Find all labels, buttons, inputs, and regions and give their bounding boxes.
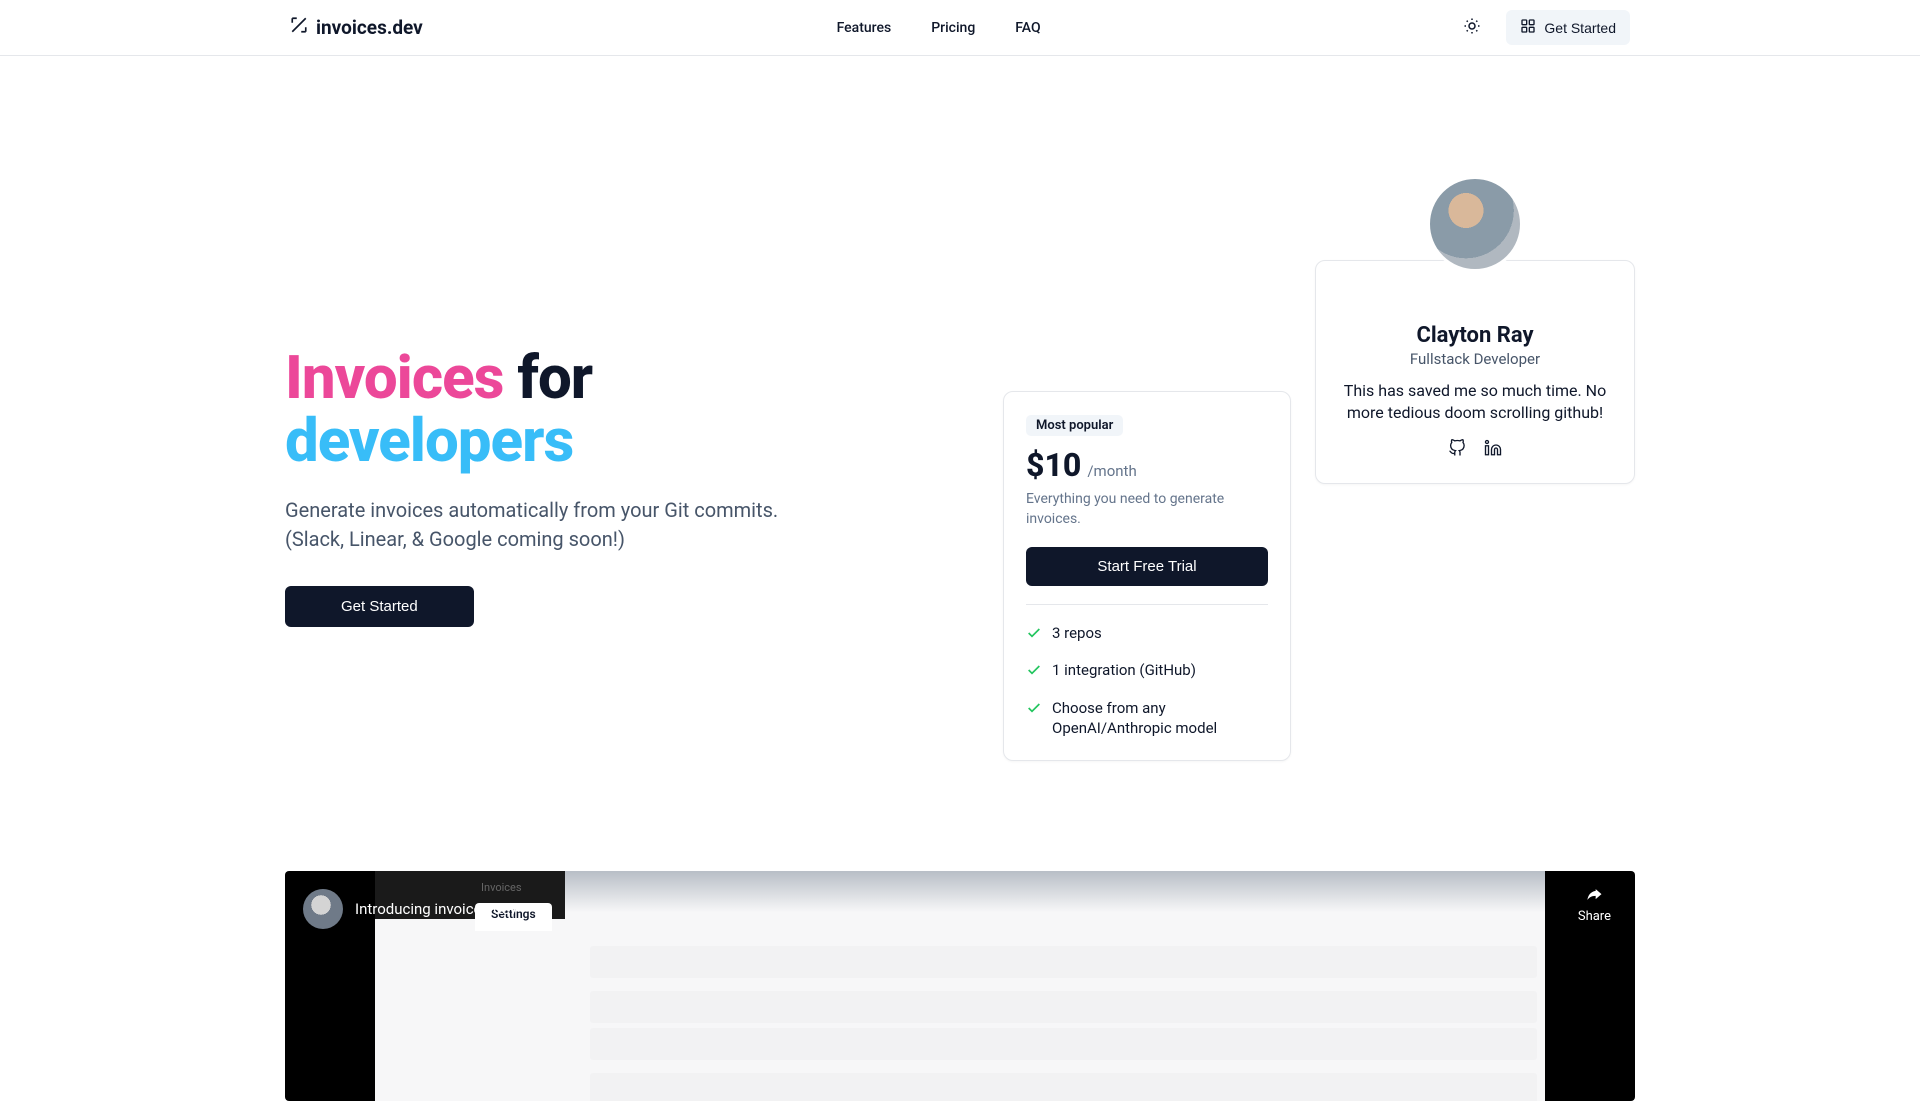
intro-video[interactable]: Invoices Settings Introducing invoices.d… (285, 871, 1635, 1101)
hero-title-word-3: developers (285, 405, 573, 476)
hero-cards: Most popular $10 /month Everything you n… (1003, 226, 1635, 761)
testimonial-card: Clayton Ray Fullstack Developer This has… (1315, 260, 1635, 484)
video-ui-placeholder-row (590, 1073, 1537, 1101)
feature-item: 1 integration (GitHub) (1026, 660, 1268, 683)
testimonial-social (1338, 439, 1612, 461)
check-icon (1026, 625, 1042, 646)
testimonial-role: Fullstack Developer (1338, 350, 1612, 368)
hero-title-word-2: for (517, 342, 592, 413)
dashboard-icon (1520, 18, 1536, 37)
video-channel-avatar[interactable] (303, 889, 343, 929)
video-title-overlay: Introducing invoices.dev (303, 889, 517, 929)
share-icon (1581, 885, 1607, 909)
sun-icon (1463, 17, 1481, 39)
pricing-description: Everything you need to generate invoices… (1026, 490, 1268, 529)
video-ui-placeholder-row (590, 991, 1537, 1023)
top-nav: Features Pricing FAQ (837, 20, 1041, 36)
pricing-amount: $10 (1026, 446, 1081, 484)
hero-subtitle: Generate invoices automatically from you… (285, 496, 963, 554)
feature-item: 3 repos (1026, 623, 1268, 646)
header-actions: Get Started (1454, 10, 1630, 46)
github-icon[interactable] (1448, 439, 1466, 461)
header-cta-label: Get Started (1544, 20, 1616, 36)
testimonial-avatar (1427, 176, 1523, 272)
testimonial: Clayton Ray Fullstack Developer This has… (1315, 226, 1635, 484)
brand-logo-icon (290, 16, 308, 39)
hero-copy: Invoices for developers Generate invoice… (285, 226, 963, 761)
feature-item: Choose from any OpenAI/Anthropic model (1026, 698, 1268, 739)
hero-section: Invoices for developers Generate invoice… (285, 56, 1635, 761)
start-free-trial-button[interactable]: Start Free Trial (1026, 547, 1268, 586)
video-ui-placeholder-row (590, 946, 1537, 978)
check-icon (1026, 700, 1042, 739)
header-get-started-button[interactable]: Get Started (1506, 10, 1630, 45)
video-content-preview: Invoices Settings (375, 871, 1545, 1101)
testimonial-name: Clayton Ray (1338, 323, 1612, 348)
theme-toggle-button[interactable] (1454, 10, 1490, 46)
video-share-button[interactable]: Share (1578, 885, 1611, 924)
hero-title-word-1: Invoices (285, 342, 503, 413)
nav-pricing[interactable]: Pricing (931, 20, 975, 36)
site-header: invoices.dev Features Pricing FAQ Get St… (0, 0, 1920, 56)
pricing-badge: Most popular (1026, 415, 1123, 436)
price-row: $10 /month (1026, 446, 1268, 484)
pricing-features: 3 repos 1 integration (GitHub) Choose fr… (1026, 604, 1268, 738)
testimonial-quote: This has saved me so much time. No more … (1338, 380, 1612, 425)
brand-name: invoices.dev (316, 16, 423, 39)
nav-faq[interactable]: FAQ (1015, 20, 1040, 36)
hero-get-started-button[interactable]: Get Started (285, 586, 474, 627)
video-ui-placeholder-row (590, 1028, 1537, 1060)
check-icon (1026, 662, 1042, 683)
pricing-card: Most popular $10 /month Everything you n… (1003, 391, 1291, 761)
pricing-period: /month (1087, 462, 1136, 480)
brand[interactable]: invoices.dev (290, 16, 423, 39)
video-share-label: Share (1578, 909, 1611, 924)
linkedin-icon[interactable] (1484, 439, 1502, 461)
hero-title: Invoices for developers (285, 346, 963, 472)
nav-features[interactable]: Features (837, 20, 892, 36)
video-title: Introducing invoices.dev (355, 900, 517, 918)
